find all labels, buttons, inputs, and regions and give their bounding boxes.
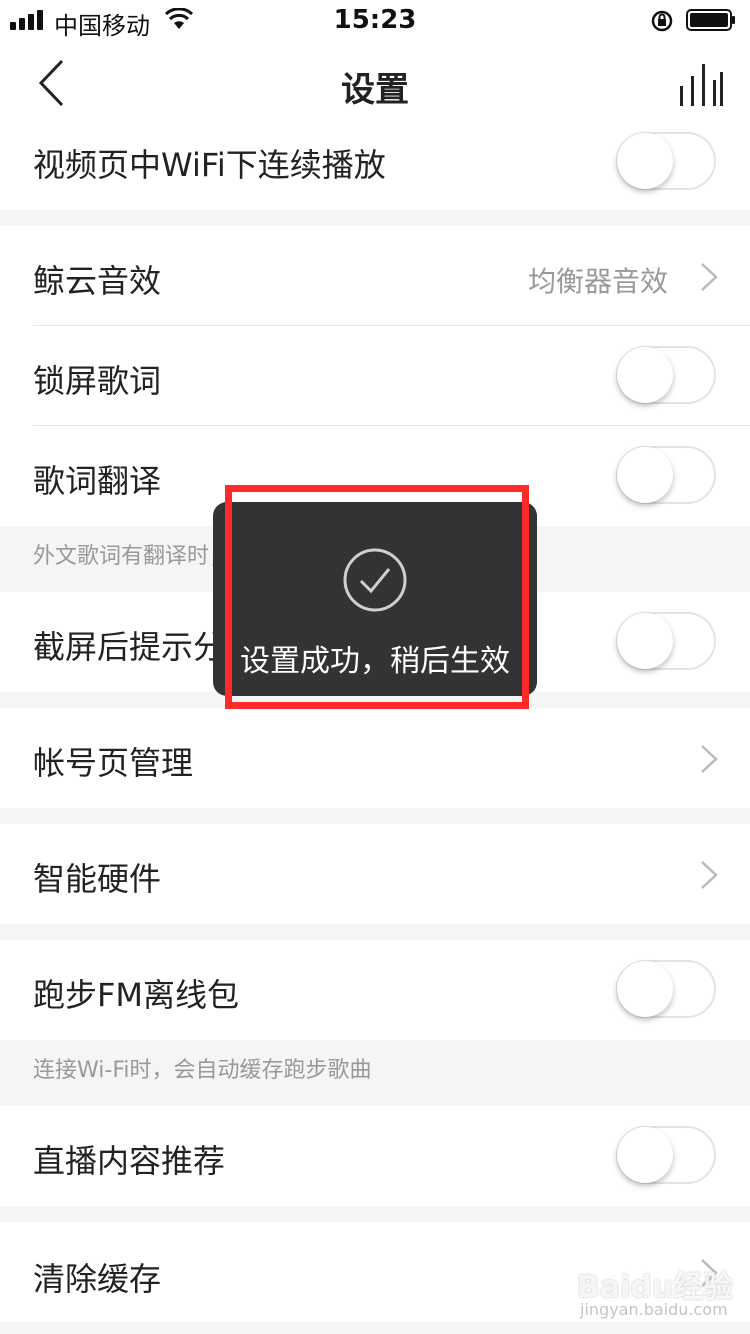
chevron-right-icon [701, 745, 718, 773]
battery-icon [686, 9, 735, 31]
toggle-knob [617, 961, 673, 1017]
screenshot-share-toggle[interactable] [616, 612, 716, 670]
clock: 15:23 [333, 5, 417, 35]
setting-row-account-manage[interactable]: 帐号页管理 [0, 708, 750, 808]
toggle-knob [617, 133, 673, 189]
setting-label: 视频页中WiFi下连续播放 [33, 146, 386, 184]
setting-row-wifi-autoplay: 视频页中WiFi下连续播放 [0, 124, 750, 210]
highlight-box [225, 485, 529, 709]
running-fm-toggle[interactable] [616, 960, 716, 1018]
rotation-lock-icon [651, 10, 673, 32]
setting-label: 歌词翻译 [33, 462, 162, 500]
status-bar: 中国移动 15:23 [0, 0, 750, 40]
setting-row-live-recommend: 直播内容推荐 [0, 1106, 750, 1206]
lock-lyrics-toggle[interactable] [616, 346, 716, 404]
setting-value: 均衡器音效 [527, 265, 668, 298]
setting-row-lock-lyrics: 锁屏歌词 [0, 326, 750, 426]
chevron-right-icon [701, 861, 718, 889]
equalizer-icon[interactable] [678, 64, 724, 106]
toggle-knob [617, 613, 673, 669]
setting-row-sound-effect[interactable]: 鲸云音效 均衡器音效 [0, 226, 750, 326]
chevron-right-icon [701, 263, 718, 291]
setting-label: 跑步FM离线包 [33, 976, 240, 1014]
setting-label: 锁屏歌词 [33, 362, 162, 400]
setting-label: 鲸云音效 [33, 262, 162, 300]
nav-bar: 设置 [0, 40, 750, 124]
setting-row-smart-hardware[interactable]: 智能硬件 [0, 824, 750, 924]
toggle-knob [617, 347, 673, 403]
toggle-knob [617, 1127, 673, 1183]
wifi-autoplay-toggle[interactable] [616, 132, 716, 190]
live-recommend-toggle[interactable] [616, 1126, 716, 1184]
running-fm-note: 连接Wi-Fi时，会自动缓存跑步歌曲 [33, 1058, 372, 1083]
setting-label: 帐号页管理 [33, 744, 194, 782]
watermark-url: jingyan.baidu.com [580, 1300, 728, 1319]
page-title: 设置 [341, 70, 409, 110]
setting-row-running-fm: 跑步FM离线包 [0, 940, 750, 1040]
setting-label: 清除缓存 [33, 1260, 162, 1298]
toggle-knob [617, 447, 673, 503]
setting-label: 智能硬件 [33, 860, 162, 898]
lyrics-translate-toggle[interactable] [616, 446, 716, 504]
setting-label: 直播内容推荐 [33, 1142, 226, 1180]
